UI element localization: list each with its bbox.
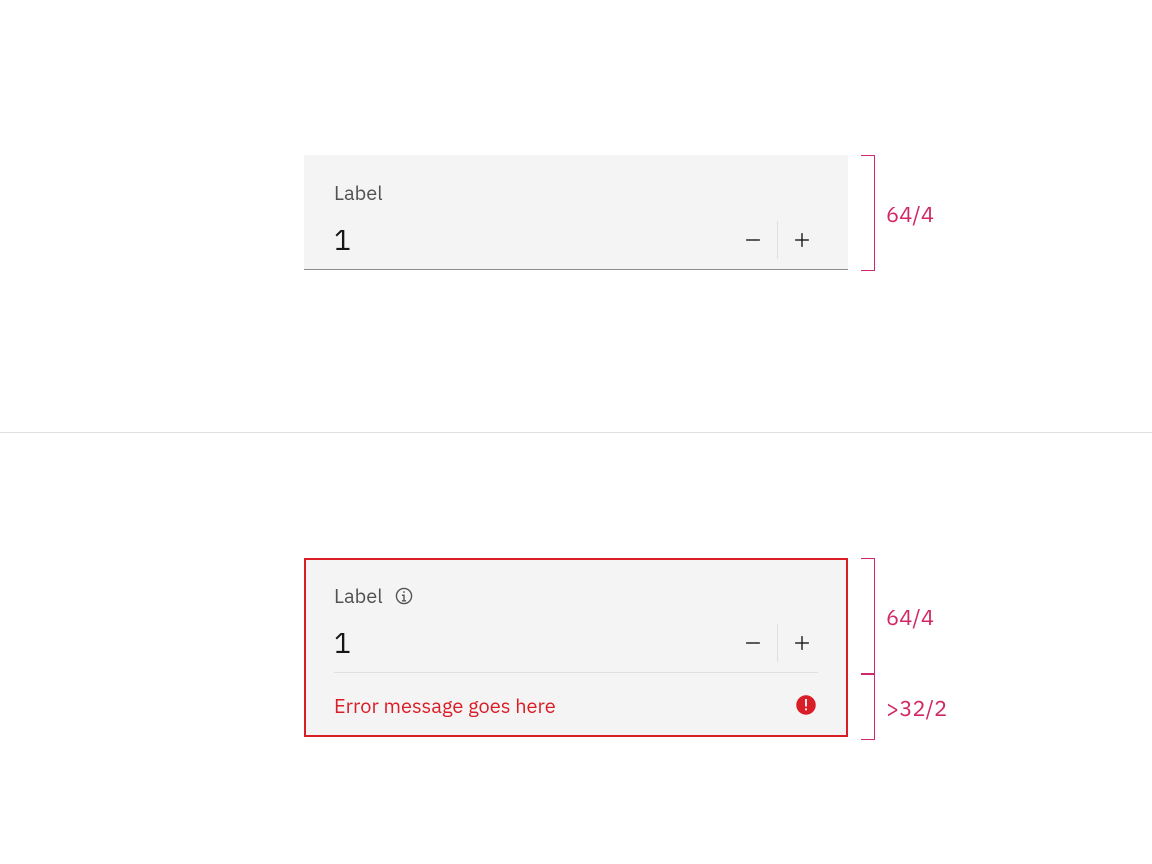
example-divider [0, 432, 1152, 433]
spec-annotation: 64/4 [886, 200, 934, 229]
spec-annotation: 64/4 [886, 603, 934, 632]
plus-icon [791, 632, 813, 654]
spec-bracket [860, 155, 875, 271]
stepper-controls [729, 619, 826, 667]
plus-icon [791, 229, 813, 251]
input-label: Label [334, 183, 383, 203]
label-row: Label [304, 155, 848, 211]
decrement-button[interactable] [729, 619, 777, 667]
minus-icon [742, 229, 764, 251]
decrement-button[interactable] [729, 216, 777, 264]
spec-bracket [860, 674, 875, 740]
info-icon[interactable] [393, 585, 415, 607]
error-row: Error message goes here [304, 673, 848, 737]
input-value[interactable]: 1 [334, 629, 729, 657]
spec-annotation: >32/2 [886, 694, 947, 723]
spec-bracket [860, 558, 875, 674]
value-row: 1 [304, 211, 848, 269]
error-message: Error message goes here [334, 692, 556, 719]
increment-button[interactable] [778, 216, 826, 264]
number-input-invalid: Label 1 [304, 558, 848, 737]
increment-button[interactable] [778, 619, 826, 667]
minus-icon [742, 632, 764, 654]
warning-filled-icon [794, 693, 818, 717]
number-input-default: Label 1 [304, 155, 848, 270]
label-row: Label [304, 558, 848, 614]
value-row: 1 [304, 614, 848, 672]
stepper-controls [729, 216, 826, 264]
input-label: Label [334, 586, 383, 606]
input-value[interactable]: 1 [334, 226, 729, 254]
